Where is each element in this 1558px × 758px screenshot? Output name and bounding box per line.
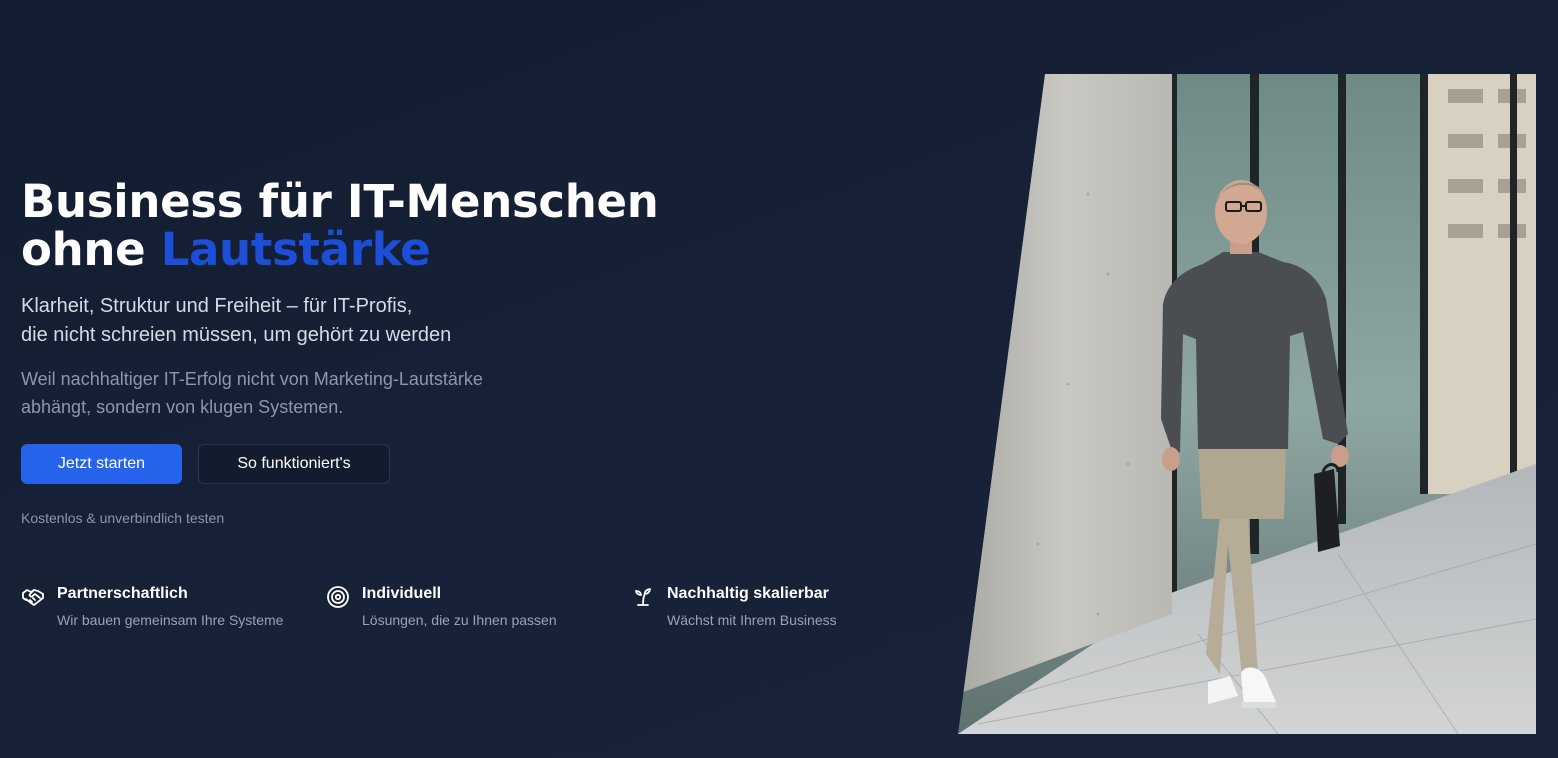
feature-description: Wächst mit Ihrem Business (667, 612, 837, 628)
feature-item-individual: Individuell Lösungen, die zu Ihnen passe… (326, 584, 557, 629)
hero-subtitle-line2: die nicht schreien müssen, um gehört zu … (21, 324, 452, 346)
hero-title-line2-prefix: ohne (21, 223, 161, 276)
hero-title-line1: Business für IT-Menschen (21, 175, 659, 228)
hero-description-line2: abhängt, sondern von klugen Systemen. (21, 397, 344, 417)
start-now-button[interactable]: Jetzt starten (21, 444, 182, 484)
feature-title: Individuell (362, 585, 442, 602)
hero-content: Business für IT-Menschen ohne Lautstärke… (21, 178, 881, 526)
hero-title-accent: Lautstärke (160, 223, 431, 276)
hero-description: Weil nachhaltiger IT-Erfolg nicht von Ma… (21, 365, 881, 421)
hero-subtitle-line1: Klarheit, Struktur und Freiheit – für IT… (21, 295, 413, 317)
feature-item-partnership: Partnerschaftlich Wir bauen gemeinsam Ih… (21, 584, 283, 629)
free-trial-note: Kostenlos & unverbindlich testen (21, 510, 225, 526)
sprout-icon (635, 588, 651, 606)
how-it-works-button[interactable]: So funktioniert's (198, 444, 390, 484)
cta-row: Jetzt starten So funktioniert's (21, 444, 881, 484)
feature-title: Nachhaltig skalierbar (667, 585, 829, 602)
hero-description-line1: Weil nachhaltiger IT-Erfolg nicht von Ma… (21, 369, 483, 389)
feature-item-scalable: Nachhaltig skalierbar Wächst mit Ihrem B… (631, 584, 837, 629)
handshake-icon (22, 589, 44, 606)
feature-description: Wir bauen gemeinsam Ihre Systeme (57, 612, 284, 628)
feature-description: Lösungen, die zu Ihnen passen (362, 612, 557, 628)
hero-subtitle: Klarheit, Struktur und Freiheit – für IT… (21, 292, 881, 350)
target-icon (327, 586, 349, 608)
hero-title: Business für IT-Menschen ohne Lautstärke (21, 178, 881, 274)
hero-photo (958, 74, 1536, 734)
feature-title: Partnerschaftlich (57, 585, 188, 602)
